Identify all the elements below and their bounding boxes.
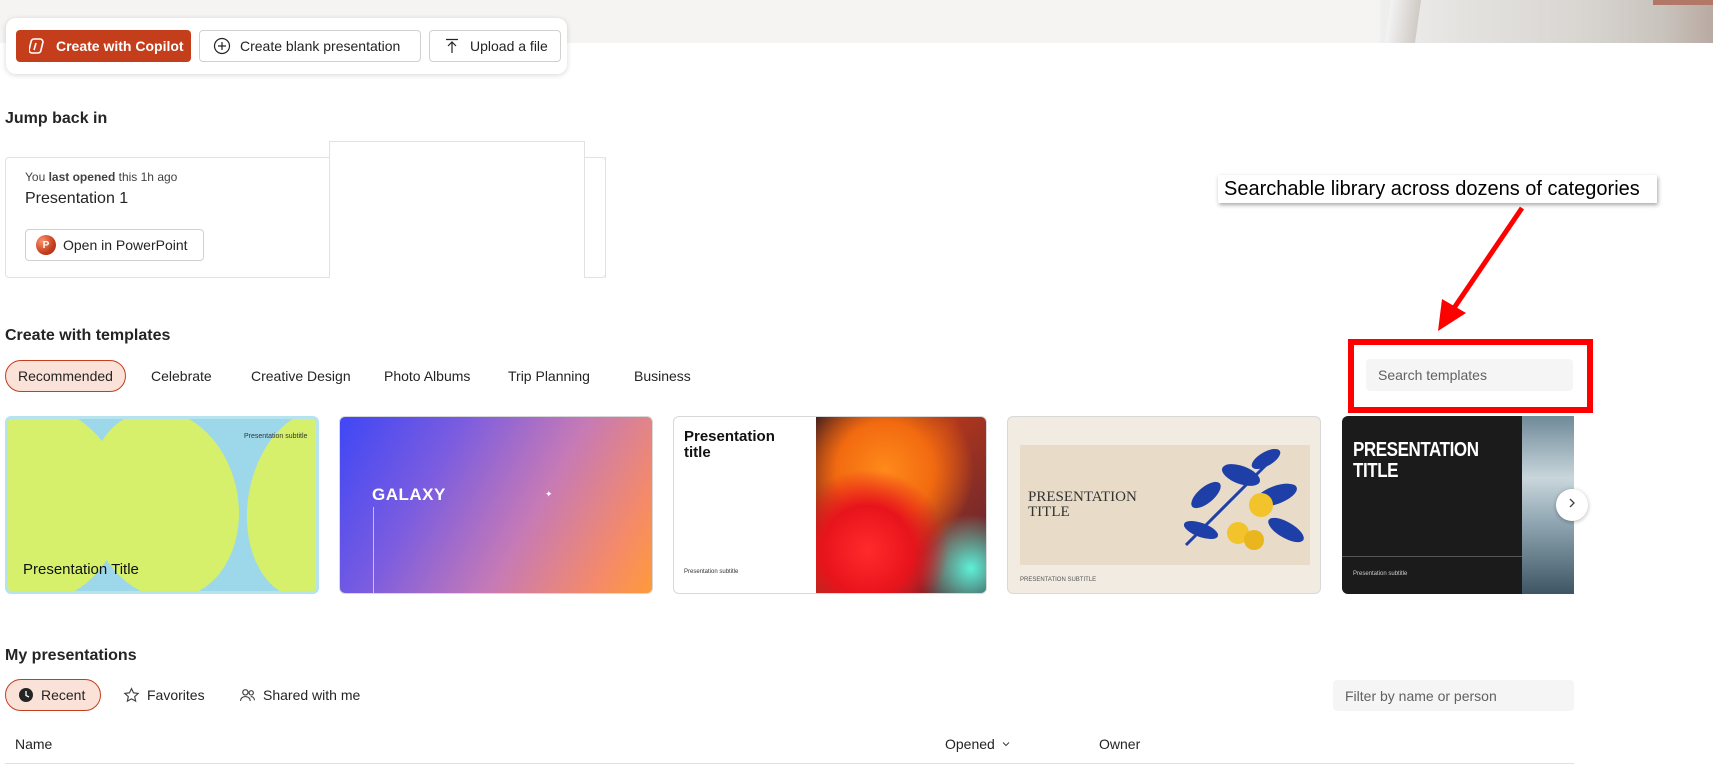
filter-by-name-input[interactable]: Filter by name or person (1333, 680, 1574, 711)
template-card-5[interactable]: PRESENTATION TITLE Presentation subtitle (1342, 416, 1574, 594)
category-celebrate[interactable]: Celebrate (151, 360, 212, 392)
category-creative-design[interactable]: Creative Design (251, 360, 351, 392)
column-opened[interactable]: Opened (945, 736, 1011, 752)
template-card-4[interactable]: PRESENTATION TITLE PRESENTATION SUBTITLE (1007, 416, 1321, 594)
template-2-title: GALAXY (372, 485, 446, 504)
template-card-2[interactable]: GALAXY ✦ (339, 416, 653, 594)
copilot-label: Create with Copilot (56, 38, 184, 54)
template-5-title: PRESENTATION TITLE (1353, 439, 1479, 482)
template-3-title: Presentation title (684, 428, 775, 461)
template-card-1[interactable]: Presentation subtitle Presentation Title (5, 416, 319, 594)
tab-favorites[interactable]: Favorites (123, 679, 205, 711)
category-business[interactable]: Business (634, 360, 691, 392)
category-photo-albums[interactable]: Photo Albums (384, 360, 470, 392)
recent-file-thumbnail[interactable] (329, 141, 585, 278)
chevron-down-icon (1001, 739, 1011, 749)
sparkle-icon: ✦ (545, 489, 553, 499)
powerpoint-icon: P (36, 235, 56, 255)
open-in-powerpoint-button[interactable]: P Open in PowerPoint (25, 229, 204, 261)
star-icon (123, 686, 140, 704)
template-card-3[interactable]: Presentation title Presentation subtitle (673, 416, 987, 594)
create-actions-card: Create with Copilot Create blank present… (6, 18, 567, 74)
template-4-leaves-art (1183, 448, 1304, 550)
annotation-callout: Searchable library across dozens of cate… (1218, 175, 1657, 203)
recent-file-name: Presentation 1 (25, 190, 129, 207)
template-3-subtitle: Presentation subtitle (684, 569, 739, 575)
blank-label: Create blank presentation (240, 38, 401, 54)
annotation-arrow (1438, 206, 1525, 331)
category-recommended[interactable]: Recommended (5, 360, 126, 392)
copilot-icon (28, 36, 48, 56)
templates-next-button[interactable] (1556, 489, 1588, 521)
jump-back-in-heading: Jump back in (5, 110, 108, 127)
create-with-templates-heading: Create with templates (5, 327, 171, 344)
category-trip-planning[interactable]: Trip Planning (508, 360, 590, 392)
banner-image (1380, 0, 1713, 43)
create-with-copilot-button[interactable]: Create with Copilot (16, 30, 191, 62)
column-name[interactable]: Name (15, 736, 52, 752)
tab-shared-with-me[interactable]: Shared with me (239, 679, 360, 711)
chevron-right-icon (1566, 496, 1578, 514)
table-header-divider (5, 763, 1574, 764)
upload-file-button[interactable]: Upload a file (429, 30, 561, 62)
template-1-subtitle: Presentation subtitle (244, 433, 308, 440)
template-5-subtitle: Presentation subtitle (1353, 571, 1408, 577)
column-owner[interactable]: Owner (1099, 736, 1140, 752)
template-4-title: PRESENTATION TITLE (1028, 489, 1137, 520)
my-presentations-heading: My presentations (5, 647, 137, 664)
upload-label: Upload a file (470, 38, 548, 54)
search-templates-input[interactable]: Search templates (1366, 359, 1573, 391)
plus-circle-icon (212, 36, 232, 56)
tab-recent[interactable]: Recent (5, 679, 101, 711)
template-4-subtitle: PRESENTATION SUBTITLE (1020, 577, 1097, 583)
last-opened-text: You last opened this 1h ago (25, 170, 178, 184)
upload-icon (442, 36, 462, 56)
create-blank-presentation-button[interactable]: Create blank presentation (199, 30, 421, 62)
clock-icon (18, 687, 34, 703)
template-1-title: Presentation Title (23, 561, 139, 578)
people-icon (239, 687, 256, 704)
open-label: Open in PowerPoint (63, 237, 188, 253)
thumbnail-stack-edge (583, 157, 606, 278)
template-3-photo (816, 417, 986, 593)
